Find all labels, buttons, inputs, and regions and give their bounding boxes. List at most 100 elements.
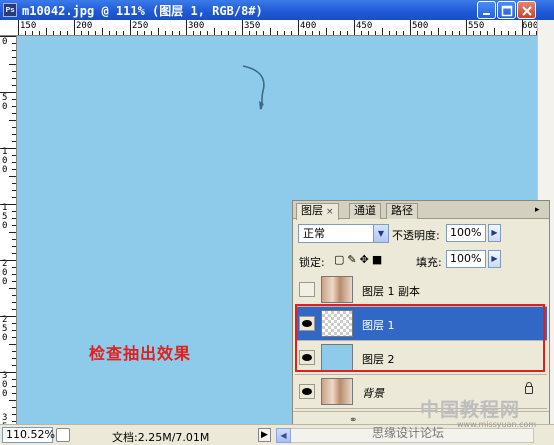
ruler-label: 250 — [132, 21, 149, 31]
ruler-tick — [0, 148, 16, 149]
ruler-tick — [12, 386, 16, 387]
ruler-tick — [12, 281, 16, 282]
ruler-tick — [81, 31, 82, 35]
blend-mode-select[interactable]: 正常 ▼ — [298, 224, 389, 243]
tab-layers[interactable]: 图层 × — [296, 203, 339, 220]
ruler-label: 250 — [2, 315, 8, 343]
lock-all-icon[interactable]: ■ — [372, 253, 385, 266]
ruler-tick — [508, 31, 509, 35]
ruler-tick — [347, 31, 348, 35]
tab-close-icon[interactable]: × — [326, 207, 334, 217]
ruler-tick — [319, 31, 320, 35]
fill-field[interactable]: 100% — [446, 250, 486, 268]
visibility-toggle[interactable] — [299, 384, 315, 399]
ruler-tick — [417, 31, 418, 35]
visibility-toggle[interactable] — [299, 282, 315, 297]
ruler-tick — [32, 31, 33, 35]
layer-row[interactable]: 图层 1 副本 — [295, 273, 547, 307]
ruler-tick — [396, 31, 397, 35]
ruler-tick — [0, 372, 16, 373]
status-menu-arrow-icon[interactable]: ▶ — [258, 428, 271, 442]
title-bar: Ps m10042.jpg @ 111% (图层 1, RGB/8#) — [0, 0, 554, 20]
ruler-tick — [12, 141, 16, 142]
chevron-down-icon[interactable]: ▼ — [373, 225, 388, 242]
ruler-tick — [60, 31, 61, 35]
ruler-tick — [12, 162, 16, 163]
ruler-tick — [207, 31, 208, 35]
tab-channels[interactable]: 通道 — [349, 203, 381, 219]
ruler-tick — [522, 20, 523, 35]
ruler-label: 50 — [2, 93, 8, 112]
panel-menu-icon[interactable]: ▸ — [535, 205, 545, 215]
scroll-left-icon[interactable]: ◀ — [276, 428, 291, 443]
ruler-label: 350 — [244, 21, 261, 31]
ruler-tick — [256, 31, 257, 35]
watermark-logo: 中国教程网 — [420, 399, 521, 421]
ruler-tick — [12, 421, 16, 422]
ruler-tick — [494, 28, 495, 35]
ruler-tick — [12, 134, 16, 135]
ruler-tick — [340, 31, 341, 35]
ruler-tick — [410, 20, 411, 35]
ruler-tick — [529, 31, 530, 35]
maximize-button[interactable] — [497, 1, 516, 19]
ruler-tick — [368, 31, 369, 35]
window-title: m10042.jpg @ 111% (图层 1, RGB/8#) — [22, 4, 263, 18]
ruler-tick — [12, 246, 16, 247]
ruler-tick — [12, 309, 16, 310]
ruler-tick — [0, 260, 16, 261]
lock-move-icon[interactable]: ✥ — [360, 253, 372, 266]
ruler-tick — [12, 218, 16, 219]
vertical-ruler[interactable]: 0 50 100 150 200 250 300 350 — [0, 36, 17, 424]
ruler-tick — [12, 323, 16, 324]
ruler-label: 150 — [2, 203, 8, 231]
ruler-tick — [12, 225, 16, 226]
ruler-tick — [12, 239, 16, 240]
annotation-text: 检查抽出效果 — [89, 344, 192, 363]
minimize-button[interactable] — [477, 1, 496, 19]
ruler-tick — [473, 31, 474, 35]
opacity-field[interactable]: 100% — [446, 224, 486, 242]
lock-paint-icon[interactable]: ✎ — [347, 253, 359, 266]
ruler-tick — [235, 31, 236, 35]
ruler-tick — [12, 190, 16, 191]
close-button[interactable] — [517, 1, 536, 19]
ruler-tick — [12, 50, 16, 51]
ruler-tick — [403, 31, 404, 35]
ruler-tick — [12, 379, 16, 380]
panel-tab-strip: 图层 × 通道 路径 ▸ — [293, 201, 549, 220]
status-info-icon[interactable] — [56, 428, 70, 442]
ruler-tick — [382, 28, 383, 35]
zoom-field[interactable]: 110.52% — [2, 427, 55, 443]
ruler-tick — [389, 31, 390, 35]
minimize-icon — [483, 13, 490, 15]
ruler-tick — [12, 274, 16, 275]
ruler-tick — [214, 28, 215, 35]
tab-paths[interactable]: 路径 — [386, 203, 418, 219]
ruler-tick — [193, 31, 194, 35]
ruler-tick — [9, 176, 16, 177]
ruler-label: 350 — [2, 413, 8, 425]
ruler-tick — [12, 302, 16, 303]
ruler-tick — [466, 20, 467, 35]
opacity-slider-arrow-icon[interactable]: ▶ — [488, 224, 501, 242]
ruler-tick — [12, 99, 16, 100]
ruler-tick — [12, 155, 16, 156]
ruler-tick — [12, 211, 16, 212]
ruler-tick — [0, 92, 16, 93]
lock-transparency-icon[interactable]: ▢ — [334, 253, 347, 266]
ruler-tick — [151, 31, 152, 35]
horizontal-ruler[interactable]: 150 200 250 300 350 400 450 500 550 600 — [0, 20, 554, 36]
ruler-tick — [9, 232, 16, 233]
ruler-label: 300 — [2, 371, 8, 399]
ruler-tick — [277, 31, 278, 35]
watermark-url: www.missyuan.com — [457, 420, 537, 429]
ruler-tick — [263, 31, 264, 35]
ruler-tick — [12, 351, 16, 352]
ruler-tick — [116, 31, 117, 35]
fill-slider-arrow-icon[interactable]: ▶ — [488, 250, 501, 268]
ruler-label: 150 — [20, 21, 37, 31]
ruler-tick — [67, 31, 68, 35]
ruler-tick — [249, 31, 250, 35]
ruler-tick — [12, 183, 16, 184]
